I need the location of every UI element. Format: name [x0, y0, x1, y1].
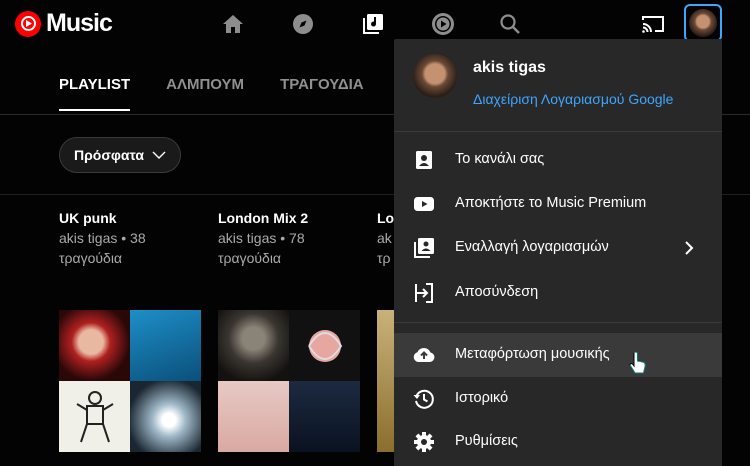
- menu-item-settings[interactable]: Ρυθμίσεις: [394, 420, 722, 464]
- cover-tile: [130, 310, 201, 381]
- menu-item-sign-out[interactable]: Αποσύνδεση: [394, 271, 722, 315]
- menu-item-label: Το κανάλι σας: [455, 151, 545, 167]
- cover-tile: [289, 310, 360, 381]
- upload-icon: [413, 347, 435, 362]
- cover-tile: [130, 381, 201, 452]
- avatar: [413, 54, 457, 98]
- manage-google-account-link[interactable]: Διαχείριση Λογαριασμού Google: [473, 91, 673, 107]
- switch-account-icon: [414, 238, 434, 258]
- account-avatar-button[interactable]: [684, 4, 722, 42]
- menu-item-upload-music[interactable]: Μεταφόρτωση μουσικής: [394, 333, 722, 377]
- history-icon: [413, 389, 434, 409]
- playlist-cover[interactable]: [59, 310, 201, 452]
- sign-out-icon: [415, 283, 433, 303]
- playlist-subtitle: akis tigas • 78 τραγούδια: [218, 230, 305, 266]
- playlist-card[interactable]: London Mix 2 akis tigas • 78 τραγούδια: [218, 208, 368, 268]
- menu-item-label: Ρυθμίσεις: [455, 433, 518, 449]
- cast-icon[interactable]: [641, 12, 665, 36]
- menu-item-your-channel[interactable]: Το κανάλι σας: [394, 138, 722, 182]
- library-tabs: PLAYLIST ΑΛΜΠΟΥΜ ΤΡΑΓΟΥΔΙΑ Κ: [59, 76, 446, 111]
- menu-item-label: Αποσύνδεση: [455, 284, 539, 300]
- youtube-icon: [414, 197, 434, 211]
- cover-tile: [218, 381, 289, 452]
- playlist-title[interactable]: London Mix 2: [218, 208, 368, 228]
- cover-tile: [289, 381, 360, 452]
- playlist-subtitle: akis tigas • 38 τραγούδια: [59, 230, 146, 266]
- upgrade-icon[interactable]: [431, 12, 455, 36]
- playlist-title[interactable]: UK punk: [59, 208, 209, 228]
- logo-icon: [15, 10, 41, 37]
- menu-item-history[interactable]: Ιστορικό: [394, 377, 722, 421]
- menu-divider: [394, 322, 722, 323]
- cover-tile: [218, 310, 289, 381]
- playlist-cover[interactable]: [218, 310, 360, 452]
- playlist-card[interactable]: UK punk akis tigas • 38 τραγούδια: [59, 208, 209, 268]
- menu-item-label: Εναλλαγή λογαριασμών: [455, 239, 609, 255]
- account-header: akis tigas Διαχείριση Λογαριασμού Google: [394, 39, 722, 132]
- menu-item-label: Μεταφόρτωση μουσικής: [455, 346, 610, 362]
- cover-tile: [59, 381, 130, 452]
- playlist-cover[interactable]: [377, 310, 395, 452]
- chevron-right-icon: [685, 241, 694, 255]
- explore-icon[interactable]: [291, 12, 315, 36]
- home-icon[interactable]: [221, 12, 245, 36]
- chevron-down-icon: [152, 151, 166, 159]
- menu-item-get-premium[interactable]: Αποκτήστε το Music Premium: [394, 182, 722, 226]
- account-name: akis tigas: [473, 59, 546, 76]
- tab-songs[interactable]: ΤΡΑΓΟΥΔΙΑ: [280, 76, 364, 93]
- account-menu: akis tigas Διαχείριση Λογαριασμού Google…: [394, 39, 722, 466]
- library-icon[interactable]: [361, 12, 385, 36]
- sort-filter-dropdown[interactable]: Πρόσφατα: [59, 137, 181, 173]
- youtube-music-logo[interactable]: Music: [15, 9, 113, 38]
- filter-label: Πρόσφατα: [74, 147, 144, 163]
- tab-albums[interactable]: ΑΛΜΠΟΥΜ: [166, 76, 244, 93]
- tab-playlist[interactable]: PLAYLIST: [59, 76, 131, 111]
- channel-icon: [416, 151, 432, 169]
- hand-cursor-icon: [629, 351, 646, 374]
- menu-item-switch-account[interactable]: Εναλλαγή λογαριασμών: [394, 226, 722, 270]
- settings-icon: [414, 432, 434, 452]
- search-icon[interactable]: [498, 12, 522, 36]
- avatar: [689, 9, 717, 37]
- menu-item-label: Ιστορικό: [455, 390, 509, 406]
- menu-item-label: Αποκτήστε το Music Premium: [455, 195, 647, 211]
- cover-tile: [59, 310, 130, 381]
- app-name: Music: [46, 9, 113, 37]
